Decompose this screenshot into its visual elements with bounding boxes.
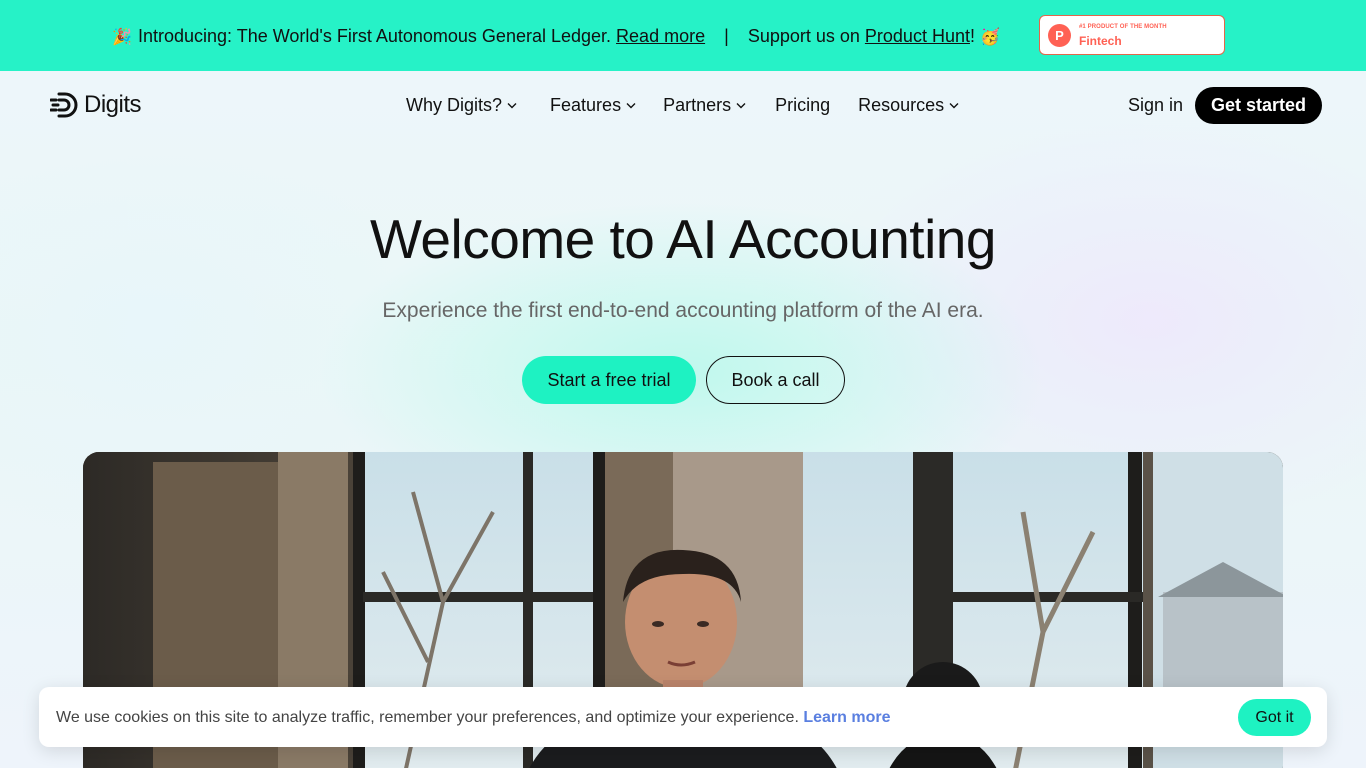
- announcement-bar: 🎉 Introducing: The World's First Autonomo…: [0, 0, 1366, 71]
- nav-features[interactable]: Features: [550, 94, 637, 116]
- product-hunt-badge[interactable]: P #1 PRODUCT OF THE MONTH Fintech: [1039, 15, 1225, 55]
- announcement-text: 🎉 Introducing: The World's First Autonomo…: [112, 24, 1000, 50]
- get-started-button[interactable]: Get started: [1195, 87, 1322, 124]
- nav-why-digits[interactable]: Why Digits?: [406, 94, 518, 116]
- announcement-separator: |: [724, 26, 729, 46]
- learn-more-link[interactable]: Learn more: [803, 709, 890, 726]
- product-hunt-link[interactable]: Product Hunt: [865, 26, 970, 46]
- book-call-button[interactable]: Book a call: [706, 356, 845, 404]
- announcement-intro: Introducing: The World's First Autonomou…: [138, 26, 612, 46]
- support-prefix: Support us on: [747, 26, 860, 46]
- digits-logo-icon: [50, 92, 78, 118]
- cookie-banner: We use cookies on this site to analyze t…: [39, 687, 1327, 747]
- product-hunt-icon: P: [1048, 24, 1071, 47]
- chevron-down-icon: [736, 103, 746, 109]
- read-more-link[interactable]: Read more: [616, 26, 705, 46]
- chevron-down-icon: [626, 103, 636, 109]
- nav-features-label: Features: [550, 95, 622, 115]
- got-it-button[interactable]: Got it: [1238, 699, 1311, 736]
- chevron-down-icon: [949, 103, 959, 109]
- nav-why-digits-label: Why Digits?: [406, 95, 503, 115]
- chevron-down-icon: [507, 103, 517, 109]
- nav-partners-label: Partners: [663, 95, 732, 115]
- badge-caption: #1 PRODUCT OF THE MONTH: [1079, 24, 1167, 30]
- hero-title: Welcome to AI Accounting: [370, 208, 996, 270]
- main-nav: Digits Why Digits? Features Partners Pri…: [0, 71, 1366, 139]
- nav-links: Why Digits? Features Partners Pricing Re…: [406, 94, 960, 116]
- brand-name: Digits: [84, 91, 142, 118]
- cookie-message: We use cookies on this site to analyze t…: [56, 709, 799, 726]
- start-free-trial-button[interactable]: Start a free trial: [522, 356, 696, 404]
- party-popper-icon: 🎉: [112, 29, 132, 46]
- nav-partners[interactable]: Partners: [663, 94, 747, 116]
- nav-pricing-label: Pricing: [775, 95, 831, 115]
- nav-resources-label: Resources: [858, 95, 945, 115]
- hero-subtitle: Experience the first end-to-end accounti…: [382, 299, 984, 322]
- brand-logo[interactable]: Digits: [50, 91, 142, 119]
- nav-resources[interactable]: Resources: [858, 94, 960, 116]
- cookie-text: We use cookies on this site to analyze t…: [56, 709, 890, 727]
- sign-in-link[interactable]: Sign in: [1128, 94, 1183, 116]
- badge-category: Fintech: [1079, 34, 1122, 48]
- nav-pricing[interactable]: Pricing: [775, 94, 830, 116]
- partying-face-icon: 🥳: [980, 29, 1000, 46]
- support-suffix: !: [969, 26, 975, 46]
